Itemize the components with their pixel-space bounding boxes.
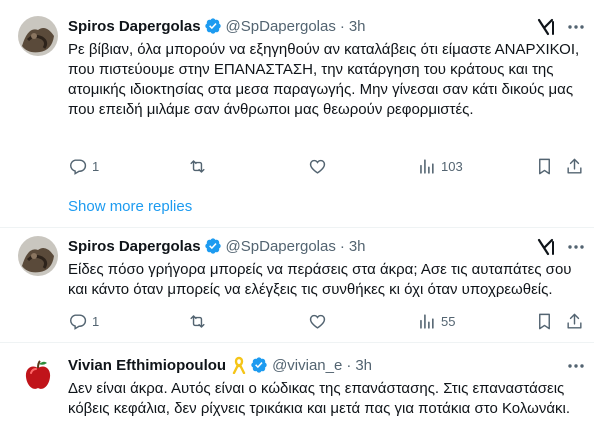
share-icon [565,157,584,176]
reply-count: 1 [92,159,100,174]
grok-icon[interactable] [536,237,556,257]
reply-button[interactable]: 1 [68,312,99,331]
share-button[interactable] [565,157,584,176]
like-button[interactable] [308,312,327,331]
ribbon-icon [232,356,246,374]
bookmark-button[interactable] [535,157,554,176]
author-handle[interactable]: @vivian_e [272,357,342,374]
grok-icon[interactable] [536,17,556,37]
view-count: 55 [441,314,456,329]
reply-icon [68,157,87,176]
retweet-icon [188,312,207,331]
verified-badge-icon [250,356,268,374]
like-button[interactable] [308,157,327,176]
author-name[interactable]: Spiros Dapergolas [68,18,201,35]
tweet-3[interactable]: Vivian Efthimiopoulou @vivian_e · 3h Δεν… [0,343,594,437]
like-icon [308,312,327,331]
avatar[interactable] [18,16,58,56]
separator-dot: · [346,356,352,374]
share-button[interactable] [565,312,584,331]
avatar[interactable] [18,236,58,276]
author-name[interactable]: Vivian Efthimiopoulou [68,357,226,374]
avatar[interactable] [18,355,58,395]
retweet-icon [188,157,207,176]
retweet-button[interactable] [188,157,207,176]
author-handle[interactable]: @SpDapergolas [226,18,336,35]
show-more-replies-link[interactable]: Show more replies [68,198,192,215]
views-button[interactable]: 103 [417,157,463,176]
separator-dot: · [339,237,345,255]
author-handle[interactable]: @SpDapergolas [226,238,336,255]
reply-button[interactable]: 1 [68,157,99,176]
more-icon[interactable] [566,237,586,257]
verified-badge-icon [204,17,222,35]
tweet-text: Είδες πόσο γρήγορα μπορείς να περάσεις σ… [68,261,572,298]
more-icon[interactable] [566,17,586,37]
author-name[interactable]: Spiros Dapergolas [68,238,201,255]
like-icon [308,157,327,176]
retweet-button[interactable] [188,312,207,331]
reply-icon [68,312,87,331]
verified-badge-icon [204,237,222,255]
share-icon [565,312,584,331]
bookmark-icon [535,312,554,331]
timestamp[interactable]: 3h [349,238,366,255]
tweet-text: Ρε βίβιαν, όλα μπορούν να εξηγηθούν αν κ… [68,41,580,118]
apple-icon [18,355,58,395]
separator-dot: · [339,17,345,35]
timestamp[interactable]: 3h [349,18,366,35]
views-button[interactable]: 55 [417,312,455,331]
bookmark-icon [535,157,554,176]
views-icon [417,312,436,331]
view-count: 103 [441,159,463,174]
views-icon [417,157,436,176]
more-icon[interactable] [566,356,586,376]
timestamp[interactable]: 3h [355,357,372,374]
reply-count: 1 [92,314,100,329]
bookmark-button[interactable] [535,312,554,331]
action-bar: 1 103 [62,157,584,181]
tweet-text: Δεν είναι άκρα. Αυτός είναι ο κώδικας τη… [68,380,571,417]
tweet-2[interactable]: Spiros Dapergolas @SpDapergolas · 3h Είδ… [0,228,594,346]
tweet-1[interactable]: Spiros Dapergolas @SpDapergolas · 3h Ρε … [0,0,594,190]
action-bar: 1 55 [62,312,584,336]
